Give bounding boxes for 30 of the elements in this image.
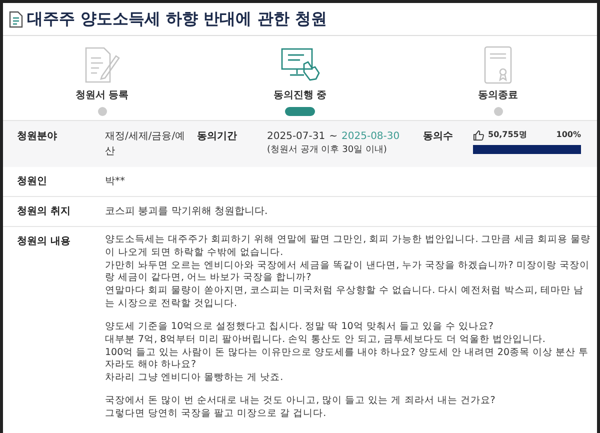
- body-text-line: 국장에서 돈 많이 번 순서대로 내는 것도 아니고, 많이 들고 있는 게 죄라서 내는 건가요?: [105, 394, 496, 408]
- field-label: 동의수: [423, 130, 454, 144]
- step-label: 동의종료: [478, 89, 518, 103]
- field-value: 코스피 붕괴를 막기위해 청원합니다.: [105, 205, 268, 219]
- period-note: (청원서 공개 이후 30일 이내): [267, 144, 388, 157]
- body-text-line: 연말마다 회피 물량이 쏟아지면, 코스피는 미국처럼 우상향할 수 없습니다. 다시 예전처럼 박스피, 테마만 남는 시장으로 전락할 것입니다.: [105, 285, 584, 311]
- thumbs-up-icon: [473, 130, 484, 141]
- date-separator: ~: [329, 130, 338, 144]
- start-date: 2025-07-31: [267, 130, 326, 144]
- body-text-line: 가만히 놔두면 오르는 엔비디아와 국장에서 세금을 똑같이 낸다면, 누가 국장을 하겠습니까? 미장이랑 국장이랑 세금이 같다면, 어느 바보가 국장을 합니까?: [105, 260, 590, 286]
- field-value: 박**: [105, 175, 125, 189]
- agree-percent: 100%: [556, 129, 581, 141]
- field-label: 동의기간: [197, 130, 238, 144]
- body-text-line: 100억 들고 있는 사람이 돈 많다는 이유만으로 양도세를 내야 하나요? 양도세 안 내려면 20종목 이상 분산 투자라도 해야 하나요?: [105, 346, 590, 372]
- document-icon: [9, 10, 23, 28]
- field-label: 청원분야: [17, 130, 58, 144]
- body-text-line: 대부분 7억, 8억부터 미리 팔아버립니다. 손익 통산도 안 되고, 금투세보다도 더 억울한 법안입니다.: [105, 334, 546, 346]
- body-text-line: 그렇다면 당연히 국장을 팔고 미장으로 갈 겁니다.: [105, 408, 328, 421]
- field-label: 청원의 내용: [17, 235, 72, 249]
- body-text-line: 양도소득세는 대주주가 회피하기 위해 연말에 팔면 그만인, 회피 가능한 법안입니다. 그만큼 세금 회피용 물량이 나오게 되면 하락할 수밖에 없습니다.: [105, 234, 591, 260]
- step-label: 동의진행 중: [273, 89, 327, 103]
- agree-count: 50,755명: [488, 129, 527, 141]
- end-date: 2025-08-30: [342, 130, 400, 144]
- page-title: 대주주 양도소득세 하향 반대에 관한 청원: [27, 8, 327, 30]
- step-label: 청원서 등록: [75, 89, 129, 103]
- body-text-line: 차라리 그냥 엔비디아 몰빵하는 게 낫죠.: [105, 372, 284, 385]
- field-label: 청원인: [17, 175, 48, 189]
- field-label: 청원의 취지: [17, 205, 72, 219]
- field-value: 재정/세제/금융/예산: [105, 130, 186, 159]
- body-text-line: 양도세 기준을 10억으로 설정했다고 칩시다. 정말 딱 10억 맞춰서 들고 있을 수 있나요?: [105, 320, 494, 334]
